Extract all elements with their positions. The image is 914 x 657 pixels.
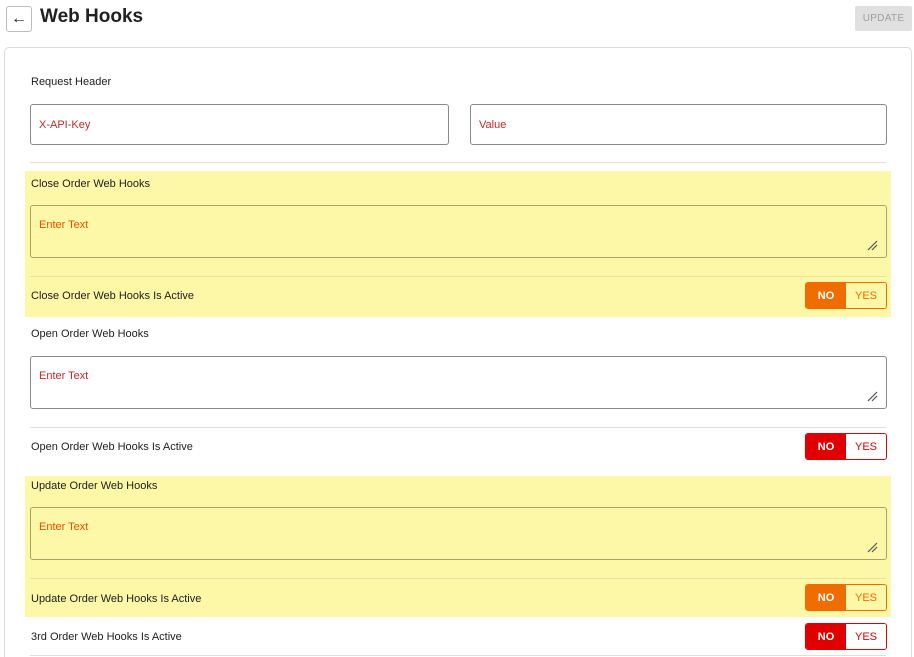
toggle-no-option[interactable]: NO <box>806 624 846 649</box>
back-button[interactable]: ← <box>6 6 32 32</box>
divider <box>30 276 886 277</box>
resize-handle-icon[interactable] <box>867 391 878 402</box>
update-order-textarea[interactable]: Enter Text <box>30 507 887 560</box>
divider <box>30 162 886 163</box>
toggle-yes-option[interactable]: YES <box>846 624 886 649</box>
top-bar: ← Web Hooks UPDATE <box>0 0 914 40</box>
third-order-active-label: 3rd Order Web Hooks Is Active <box>31 631 182 643</box>
third-order-active-toggle[interactable]: NO YES <box>805 623 887 650</box>
arrow-left-icon: ← <box>11 10 27 27</box>
request-header-label: Request Header <box>31 76 112 88</box>
divider <box>30 427 886 428</box>
open-order-label: Open Order Web Hooks <box>31 328 149 340</box>
toggle-no-option[interactable]: NO <box>806 283 846 308</box>
toggle-yes-option[interactable]: YES <box>846 283 886 308</box>
close-order-label: Close Order Web Hooks <box>31 178 151 190</box>
open-order-active-label: Open Order Web Hooks Is Active <box>31 441 193 453</box>
header-value-input[interactable]: Value <box>470 104 887 145</box>
update-order-active-toggle[interactable]: NO YES <box>805 584 887 611</box>
toggle-no-option[interactable]: NO <box>806 434 846 459</box>
close-order-placeholder: Enter Text <box>39 219 89 231</box>
open-order-active-toggle[interactable]: NO YES <box>805 433 887 460</box>
resize-handle-icon[interactable] <box>867 542 878 553</box>
toggle-yes-option[interactable]: YES <box>846 585 886 610</box>
close-order-active-label: Close Order Web Hooks Is Active <box>31 290 195 302</box>
update-order-active-label: Update Order Web Hooks Is Active <box>31 593 202 605</box>
divider <box>30 655 886 656</box>
update-order-label: Update Order Web Hooks <box>31 480 158 492</box>
page-title: Web Hooks <box>40 6 144 27</box>
update-button[interactable]: UPDATE <box>855 6 912 31</box>
open-order-placeholder: Enter Text <box>39 370 89 382</box>
toggle-no-option[interactable]: NO <box>806 585 846 610</box>
toggle-yes-option[interactable]: YES <box>846 434 886 459</box>
header-key-input[interactable]: X-API-Key <box>30 104 449 145</box>
resize-handle-icon[interactable] <box>867 240 878 251</box>
open-order-textarea[interactable]: Enter Text <box>30 356 887 409</box>
close-order-active-toggle[interactable]: NO YES <box>805 282 887 309</box>
update-order-placeholder: Enter Text <box>39 521 89 533</box>
divider <box>30 578 886 579</box>
close-order-textarea[interactable]: Enter Text <box>30 205 887 258</box>
